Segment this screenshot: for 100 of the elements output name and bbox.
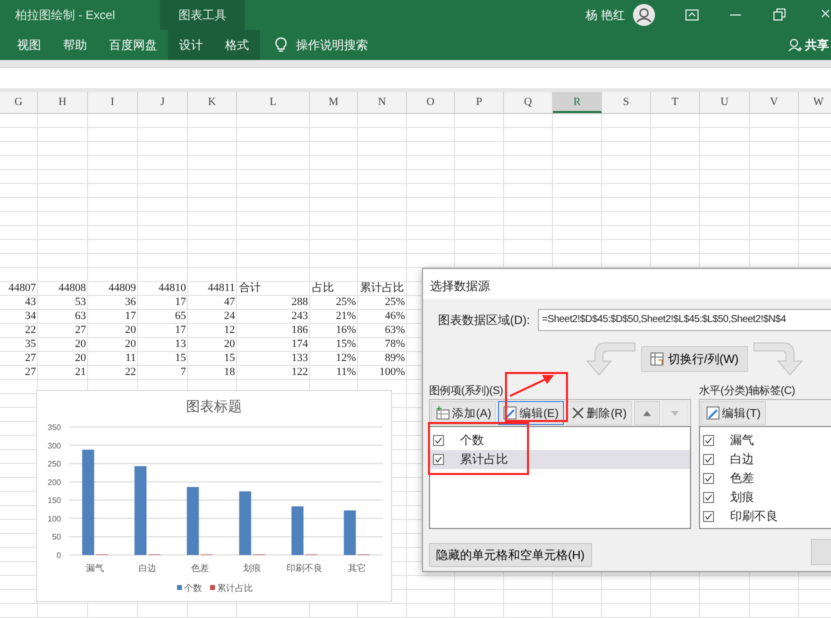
avatar-icon[interactable] xyxy=(633,4,655,26)
window-title: 柏拉图绘制 - Excel xyxy=(14,7,116,24)
switch-row-column-button[interactable]: 切换行/列(W) xyxy=(641,346,748,372)
ribbon-tab[interactable]: 视图 xyxy=(6,30,52,60)
table-cell-text: 27 xyxy=(24,352,37,366)
restore-icon[interactable] xyxy=(773,8,787,22)
table-cell-text: 占比 xyxy=(311,282,335,296)
column-header[interactable]: S xyxy=(602,92,651,113)
ribbon-tab[interactable]: 百度网盘 xyxy=(98,30,168,60)
table-cell-text: 18 xyxy=(223,366,236,380)
table-cell-text: 78% xyxy=(384,338,406,352)
list-item[interactable]: 印刷不良 xyxy=(700,507,831,526)
dialog-title: 选择数据源 xyxy=(423,269,831,299)
table-cell-text: 100% xyxy=(378,366,406,380)
table-cell-text: 13 xyxy=(174,338,187,352)
table-cell-text: 53 xyxy=(74,296,87,310)
column-header[interactable]: U xyxy=(700,92,750,113)
add-table-icon xyxy=(436,406,450,420)
person-icon[interactable] xyxy=(788,38,802,52)
share-button[interactable]: 共享 xyxy=(805,36,829,54)
table-cell-text: 合计 xyxy=(238,282,262,296)
table-cell-text: 17 xyxy=(174,324,187,338)
table-cell-text: 43 xyxy=(24,296,37,310)
list-item[interactable]: 划痕 xyxy=(700,488,831,507)
table-cell-text: 44811 xyxy=(206,282,236,296)
ribbon-tab[interactable]: 帮助 xyxy=(52,30,98,60)
checkbox[interactable] xyxy=(703,473,714,484)
hidden-cells-button[interactable]: 隐藏的单元格和空单元格(H) xyxy=(429,543,592,567)
table-cell-text: 186 xyxy=(290,324,309,338)
table-cell-text: 34 xyxy=(24,310,37,324)
column-header[interactable]: I xyxy=(88,92,138,113)
checkbox[interactable] xyxy=(703,492,714,503)
ribbon-tab[interactable]: 设计 xyxy=(168,30,214,60)
list-item[interactable]: 累计占比 xyxy=(430,450,690,469)
column-header[interactable]: H xyxy=(38,92,88,113)
legend-swatch xyxy=(210,585,215,590)
axis-tick-label: 250 xyxy=(48,460,61,469)
table-icon xyxy=(650,352,664,366)
column-header[interactable]: R xyxy=(553,92,602,113)
axis-tick-label: 300 xyxy=(48,441,61,450)
table-cell-text: 17 xyxy=(124,310,137,324)
column-header[interactable]: K xyxy=(188,92,237,113)
column-header[interactable]: O xyxy=(407,92,455,113)
table-cell-text: 16% xyxy=(334,324,357,338)
panel-label: 图例项(系列)(S) xyxy=(429,384,503,399)
table-cell-text: 243 xyxy=(290,310,309,324)
column-header[interactable]: M xyxy=(310,92,358,113)
table-cell-text: 21 xyxy=(74,366,87,380)
axis-tick-label: 150 xyxy=(48,496,61,506)
list-item[interactable]: 色差 xyxy=(700,469,831,488)
list-item[interactable]: 个数 xyxy=(430,431,492,450)
ribbon-tab[interactable]: 格式 xyxy=(214,30,260,60)
table-cell-text: 20 xyxy=(223,338,236,352)
column-header[interactable]: W xyxy=(799,92,831,113)
table-cell-text: 63% xyxy=(384,324,406,338)
checkbox[interactable] xyxy=(433,435,444,446)
table-cell-text: 12 xyxy=(223,324,236,338)
lightbulb-icon[interactable] xyxy=(274,37,288,53)
edit-button[interactable]: 编辑(T) xyxy=(701,401,766,425)
table-cell-text: 22 xyxy=(124,366,137,380)
column-header[interactable]: N xyxy=(358,92,407,113)
bar xyxy=(186,486,199,555)
column-header[interactable]: L xyxy=(237,92,310,113)
range-field[interactable]: =Sheet2!$D$45:$D$50,Sheet2!$L$45:$L$50,Sheet2!$N$4 xyxy=(538,309,831,331)
checkbox[interactable] xyxy=(703,435,714,446)
category-label: 划痕 xyxy=(243,563,262,573)
table-cell-text: 7 xyxy=(180,366,187,380)
column-header[interactable]: T xyxy=(651,92,700,113)
table-cell-text: 27 xyxy=(74,324,87,338)
column-header[interactable]: V xyxy=(750,92,799,113)
ribbon-display-icon[interactable] xyxy=(685,8,699,22)
bar xyxy=(292,506,304,555)
table-cell-text: 11% xyxy=(335,366,357,380)
table-cell-text: 12% xyxy=(334,352,357,366)
delete-icon xyxy=(570,406,585,420)
table-cell-text: 63 xyxy=(74,310,87,324)
table-cell-text: 35 xyxy=(24,338,37,352)
user-name: 杨 艳红 xyxy=(586,7,625,24)
table-cell-text: 15 xyxy=(174,352,187,366)
curved-arrow-icon xyxy=(583,341,637,377)
list-item[interactable]: 漏气 xyxy=(700,431,831,450)
axis-tick-label: 0 xyxy=(56,551,61,560)
checkbox[interactable] xyxy=(703,454,714,465)
table-cell-text: 累计占比 xyxy=(359,282,405,296)
column-header[interactable]: P xyxy=(455,92,504,113)
search-label[interactable]: 操作说明搜索 xyxy=(296,36,368,54)
checkbox[interactable] xyxy=(433,454,444,465)
table-cell-text: 133 xyxy=(290,352,309,366)
add-button[interactable]: 添加(A) xyxy=(431,401,496,425)
legend-swatch xyxy=(177,585,182,590)
category-label: 漏气 xyxy=(86,563,104,573)
column-header[interactable]: G xyxy=(0,92,38,113)
table-cell-text: 20 xyxy=(74,352,87,366)
table-cell-text: 44807 xyxy=(8,282,37,296)
table-cell-text: 46% xyxy=(384,310,406,324)
checkbox[interactable] xyxy=(703,511,714,522)
list-item[interactable]: 白边 xyxy=(700,450,831,469)
delete-button[interactable]: 删除(R) xyxy=(566,401,632,425)
column-header[interactable]: J xyxy=(138,92,188,113)
table-cell-text: 288 xyxy=(290,296,309,310)
